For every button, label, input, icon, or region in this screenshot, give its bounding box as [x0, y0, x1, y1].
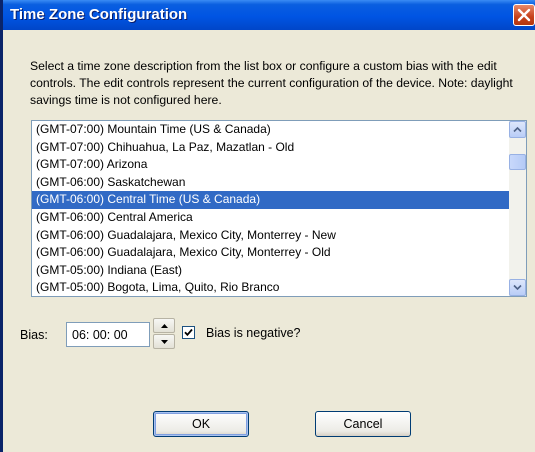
triangle-up-icon — [161, 324, 168, 328]
timezone-list-item[interactable]: (GMT-07:00) Mountain Time (US & Canada) — [32, 121, 509, 139]
timezone-list-item[interactable]: (GMT-06:00) Central America — [32, 209, 509, 227]
timezone-list-item[interactable]: (GMT-07:00) Chihuahua, La Paz, Mazatlan … — [32, 139, 509, 157]
timezone-list-item[interactable]: (GMT-06:00) Guadalajara, Mexico City, Mo… — [32, 227, 509, 245]
spin-down-button[interactable] — [153, 334, 175, 349]
instructions-text: Select a time zone description from the … — [30, 59, 513, 107]
close-button[interactable] — [513, 4, 535, 26]
bias-input[interactable] — [66, 322, 150, 347]
timezone-list-item[interactable]: (GMT-06:00) Central Time (US & Canada) — [32, 191, 509, 209]
dialog-window: Time Zone Configuration Select a time zo… — [0, 0, 535, 452]
scroll-thumb[interactable] — [509, 154, 526, 170]
timezone-list-item[interactable]: (GMT-05:00) Bogota, Lima, Quito, Rio Bra… — [32, 279, 509, 296]
bias-negative-label: Bias is negative? — [206, 326, 301, 340]
checkmark-icon — [184, 328, 193, 337]
timezone-list-item[interactable]: (GMT-06:00) Saskatchewan — [32, 174, 509, 192]
scroll-up-button[interactable] — [509, 121, 526, 138]
timezone-list-item[interactable]: (GMT-06:00) Guadalajara, Mexico City, Mo… — [32, 244, 509, 262]
close-icon — [517, 8, 531, 22]
window-title: Time Zone Configuration — [10, 6, 188, 23]
scroll-down-button[interactable] — [509, 279, 526, 296]
chevron-up-icon — [513, 126, 522, 133]
triangle-down-icon — [161, 340, 168, 344]
timezone-list-rows: (GMT-07:00) Mountain Time (US & Canada)(… — [32, 121, 509, 296]
ok-button[interactable]: OK — [153, 411, 249, 437]
bias-negative-checkbox[interactable] — [182, 326, 195, 339]
chevron-down-icon — [513, 284, 522, 291]
spin-up-button[interactable] — [153, 318, 175, 333]
timezone-list-item[interactable]: (GMT-07:00) Arizona — [32, 156, 509, 174]
cancel-button[interactable]: Cancel — [315, 411, 411, 437]
title-bar[interactable]: Time Zone Configuration — [3, 0, 535, 30]
bias-spinner[interactable] — [153, 318, 175, 349]
bias-label: Bias: — [20, 328, 48, 342]
timezone-listbox[interactable]: (GMT-07:00) Mountain Time (US & Canada)(… — [31, 120, 527, 297]
vertical-scrollbar[interactable] — [509, 121, 526, 296]
timezone-list-item[interactable]: (GMT-05:00) Indiana (East) — [32, 262, 509, 280]
